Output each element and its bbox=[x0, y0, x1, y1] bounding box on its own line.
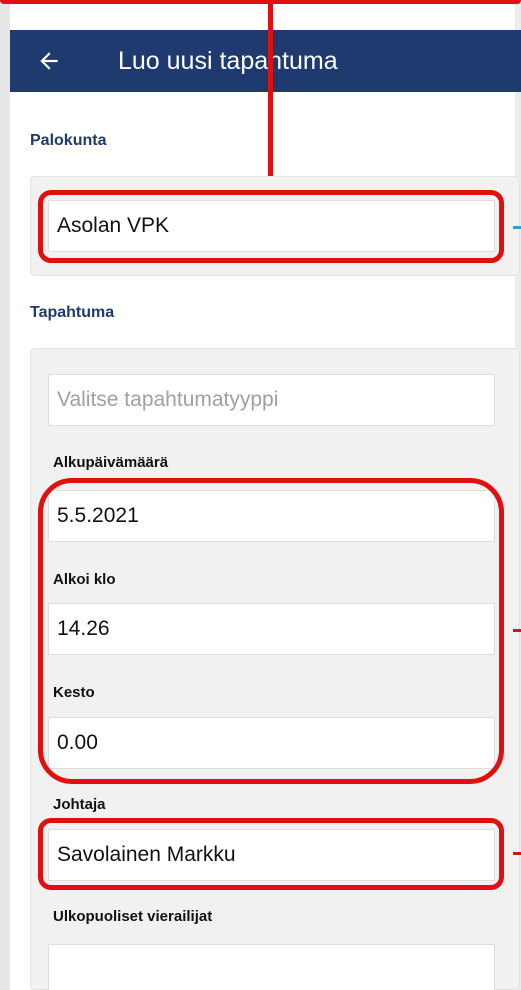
visitors-field[interactable] bbox=[48, 944, 495, 990]
app-bar: Luo uusi tapahtuma bbox=[10, 30, 521, 92]
start-date-label: Alkupäivämäärä bbox=[53, 454, 169, 471]
highlight-frame-top bbox=[0, 0, 521, 4]
event-type-select[interactable]: Valitse tapahtumatyyppi bbox=[48, 374, 495, 426]
event-section-label: Tapahtuma bbox=[30, 304, 115, 321]
page-title: Luo uusi tapahtuma bbox=[118, 47, 338, 75]
connector-fire-brigade bbox=[513, 226, 521, 229]
visitors-label: Ulkopuoliset vierailijat bbox=[53, 908, 213, 925]
left-gutter bbox=[0, 0, 10, 990]
fire-brigade-section-label: Palokunta bbox=[30, 132, 107, 149]
connector-leader bbox=[513, 852, 521, 855]
highlight-date-time-duration bbox=[38, 478, 504, 784]
highlight-fire-brigade bbox=[38, 190, 504, 263]
annotation-line bbox=[268, 0, 273, 195]
leader-label: Johtaja bbox=[53, 796, 106, 813]
arrow-left-icon[interactable] bbox=[34, 46, 64, 76]
highlight-leader bbox=[38, 818, 504, 890]
screen: Luo uusi tapahtuma Palokunta Asolan VPK … bbox=[0, 0, 521, 990]
connector-date-time bbox=[513, 629, 521, 632]
